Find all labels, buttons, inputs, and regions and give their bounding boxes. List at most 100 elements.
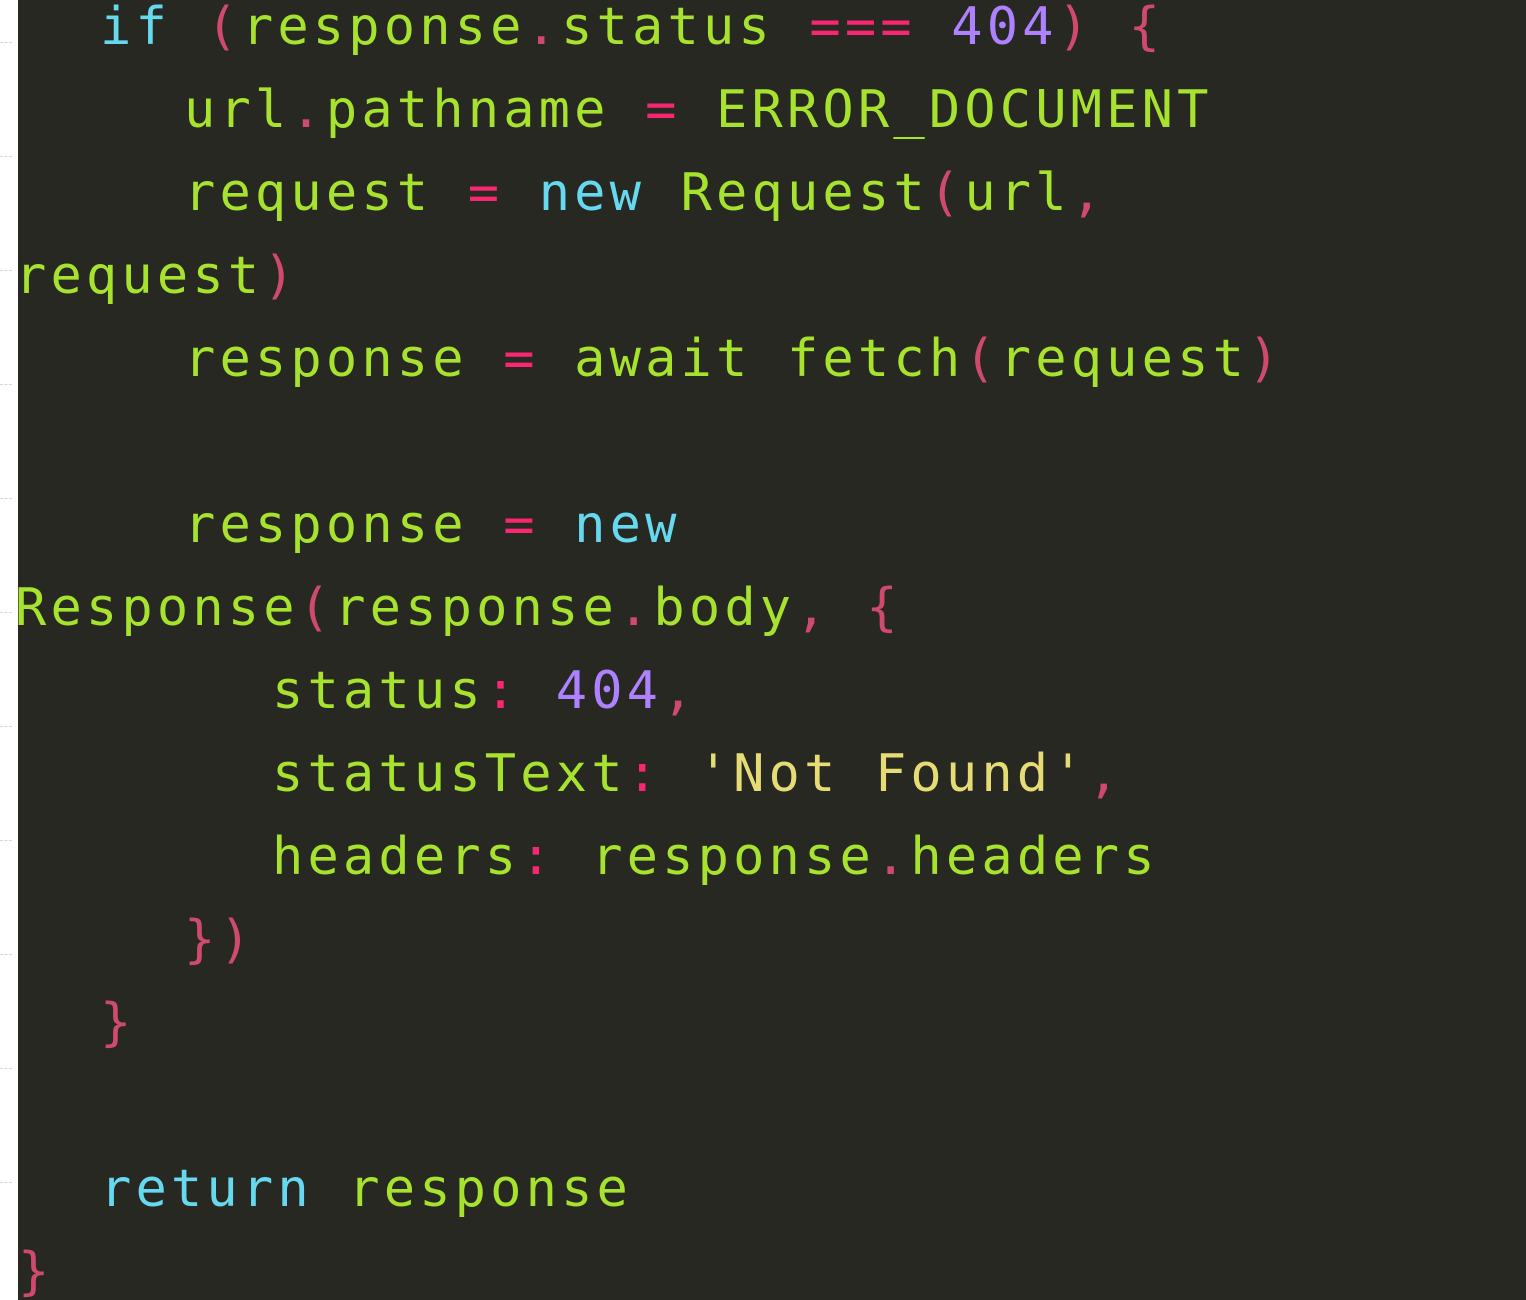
code-line: response = await fetch(request) (184, 318, 1284, 401)
code-line: request = new Request(url, (184, 152, 1106, 235)
margin-tick (0, 270, 12, 271)
code-token: . (617, 578, 654, 638)
margin-tick (0, 726, 12, 727)
code-editor[interactable]: if (response.status === 404) {url.pathna… (18, 0, 1526, 1300)
code-line: url.pathname = ERROR_DOCUMENT (184, 69, 1213, 152)
code-line: if (response.status === 404) { (100, 0, 1164, 69)
code-token: }) (184, 910, 255, 970)
code-token: Request (680, 163, 929, 223)
code-token: headers (272, 827, 521, 887)
code-token: status (561, 0, 774, 57)
code-token: , (1087, 744, 1124, 804)
margin-tick (0, 42, 12, 43)
code-line: }) (184, 899, 255, 982)
code-token: , (795, 578, 831, 638)
code-token: 404 (555, 661, 663, 721)
code-token: = (467, 163, 504, 223)
code-token: request (184, 163, 433, 223)
margin-tick (0, 498, 12, 499)
code-token: request (18, 246, 264, 306)
code-token: response (184, 329, 468, 389)
code-token: response (348, 1159, 633, 1219)
margin-tick (0, 612, 12, 613)
code-token: ) (263, 246, 299, 306)
code-token: new (574, 495, 681, 555)
code-token: headers (910, 827, 1159, 887)
code-token: pathname (325, 80, 610, 140)
code-token: response (591, 827, 875, 887)
code-line: } (18, 1231, 53, 1300)
code-token: ( (298, 578, 335, 638)
code-token: ( (206, 0, 242, 57)
margin-tick (0, 840, 12, 841)
code-token: await (574, 329, 752, 389)
code-line: status: 404, (272, 650, 698, 733)
code-line: response = new (184, 484, 681, 567)
code-token: . (874, 827, 911, 887)
code-line: return response (100, 1148, 632, 1231)
code-line: Response(response.body, { (18, 567, 902, 650)
code-token: ERROR_DOCUMENT (716, 80, 1213, 140)
code-token: , (662, 661, 698, 721)
code-token: if (100, 0, 171, 57)
margin-tick (0, 1068, 12, 1069)
code-token: === (809, 0, 916, 57)
code-token: = (645, 80, 681, 140)
code-token: body (653, 578, 796, 638)
code-token: } (18, 1242, 54, 1300)
code-token: { (1128, 0, 1165, 57)
left-margin-strip (0, 0, 18, 1300)
code-area[interactable]: if (response.status === 404) {url.pathna… (18, 0, 1526, 1300)
code-token: : (626, 744, 663, 804)
code-line: request) (18, 235, 299, 318)
code-token: new (538, 163, 646, 223)
code-token: : (484, 661, 521, 721)
code-token: } (100, 993, 136, 1053)
code-token: request (999, 329, 1249, 389)
code-token: 'Not Found' (697, 744, 1088, 804)
code-token: ( (964, 329, 1000, 389)
code-token: = (503, 495, 539, 555)
code-token: { (866, 578, 902, 638)
code-token: response (334, 578, 618, 638)
code-token: . (290, 80, 326, 140)
code-token: = (503, 329, 539, 389)
code-token: statusText (272, 744, 627, 804)
code-token: ) (1248, 329, 1284, 389)
code-token: url (184, 80, 291, 140)
code-token: . (525, 0, 562, 57)
code-token: ( (928, 163, 965, 223)
code-token: ) (1057, 0, 1094, 57)
margin-tick (0, 384, 12, 385)
code-token: 404 (951, 0, 1058, 57)
code-token: response (241, 0, 526, 57)
code-token: response (184, 495, 468, 555)
margin-tick (0, 156, 12, 157)
code-token: , (1070, 163, 1107, 223)
code-token: fetch (786, 329, 965, 389)
code-token: status (272, 661, 485, 721)
code-token: url (964, 163, 1071, 223)
margin-tick (0, 954, 12, 955)
code-line: statusText: 'Not Found', (272, 733, 1123, 816)
margin-tick (0, 1182, 12, 1183)
code-token: return (100, 1159, 313, 1219)
code-line: } (100, 982, 135, 1065)
